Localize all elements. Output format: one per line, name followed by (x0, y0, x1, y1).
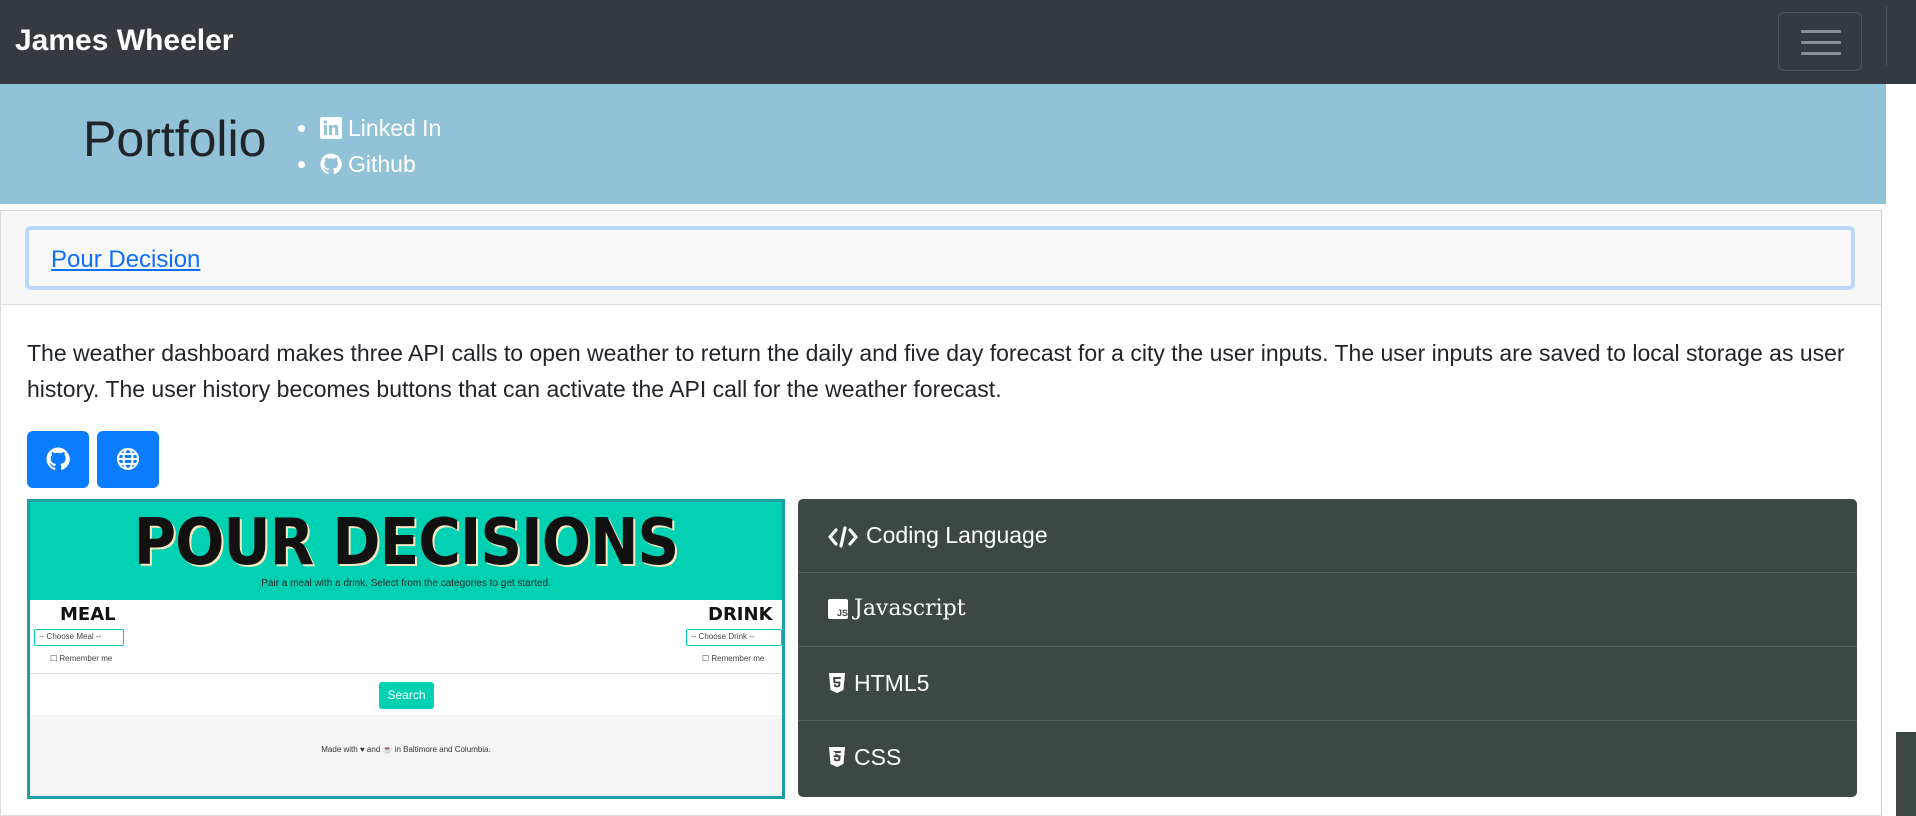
project-title-link[interactable]: Pour Decision (51, 246, 200, 274)
screenshot-footer: Made with ♥ and ☕ in Baltimore and Colum… (30, 715, 782, 796)
globe-icon (117, 448, 139, 470)
language-label-html5: HTML5 (854, 670, 930, 696)
screenshot-title: POUR DECISIONS (133, 504, 680, 580)
screenshot-meal-select: -- Choose Meal -- (34, 629, 124, 646)
css3-icon (829, 747, 845, 767)
brand-title[interactable]: James Wheeler (15, 24, 233, 58)
github-label: Github (348, 151, 416, 177)
language-item-css: CSS (798, 721, 1857, 795)
navbar-edge (1886, 6, 1916, 66)
live-site-button[interactable] (97, 431, 159, 488)
github-link[interactable]: Github (298, 146, 441, 182)
navbar: James Wheeler (0, 0, 1916, 84)
screenshot-meal-label: MEAL (60, 604, 116, 625)
project-screenshot: POUR DECISIONS Pair a meal with a drink.… (27, 499, 785, 799)
social-links: Linked In Github (298, 110, 441, 182)
screenshot-search-button: Search (379, 682, 434, 709)
github-icon (46, 447, 70, 470)
page-edge-block (1896, 732, 1916, 816)
github-icon (320, 153, 342, 175)
screenshot-footer-text: Made with ♥ and ☕ in Baltimore and Colum… (321, 745, 491, 754)
hamburger-icon (1801, 30, 1841, 33)
project-card: Pour Decision The weather dashboard make… (0, 210, 1882, 816)
languages-panel: Coding Language JS Javascript HTML5 CSS (798, 499, 1857, 797)
card-header: Pour Decision (1, 211, 1881, 305)
project-header-box[interactable]: Pour Decision (25, 226, 1855, 290)
html5-icon (829, 673, 845, 693)
language-label-javascript: Javascript (854, 596, 966, 621)
screenshot-header: POUR DECISIONS Pair a meal with a drink.… (30, 502, 782, 600)
linkedin-label: Linked In (348, 115, 442, 141)
language-item-javascript: JS Javascript (798, 573, 1857, 647)
code-icon (828, 526, 858, 548)
screenshot-remember-drink: ☐ Remember me (702, 654, 765, 663)
screenshot-subtitle: Pair a meal with a drink. Select from th… (261, 578, 551, 589)
hero-banner: Portfolio Linked In Github (0, 84, 1886, 204)
languages-header-label: Coding Language (866, 522, 1048, 548)
linkedin-icon (320, 117, 342, 139)
screenshot-remember-meal: ☐ Remember me (50, 654, 113, 663)
screenshot-divider (30, 673, 782, 674)
page-title: Portfolio (83, 111, 267, 167)
languages-header: Coding Language (798, 499, 1857, 573)
navbar-toggle-button[interactable] (1778, 12, 1862, 71)
language-item-html5: HTML5 (798, 647, 1857, 721)
svg-text:JS: JS (837, 608, 848, 618)
project-description: The weather dashboard makes three API ca… (27, 340, 1845, 402)
js-icon: JS (828, 599, 848, 619)
github-repo-button[interactable] (27, 431, 89, 488)
screenshot-drink-label: DRINK (708, 604, 773, 625)
screenshot-drink-select: -- Choose Drink -- (686, 629, 782, 646)
linkedin-link[interactable]: Linked In (298, 110, 441, 146)
language-label-css: CSS (854, 744, 902, 770)
